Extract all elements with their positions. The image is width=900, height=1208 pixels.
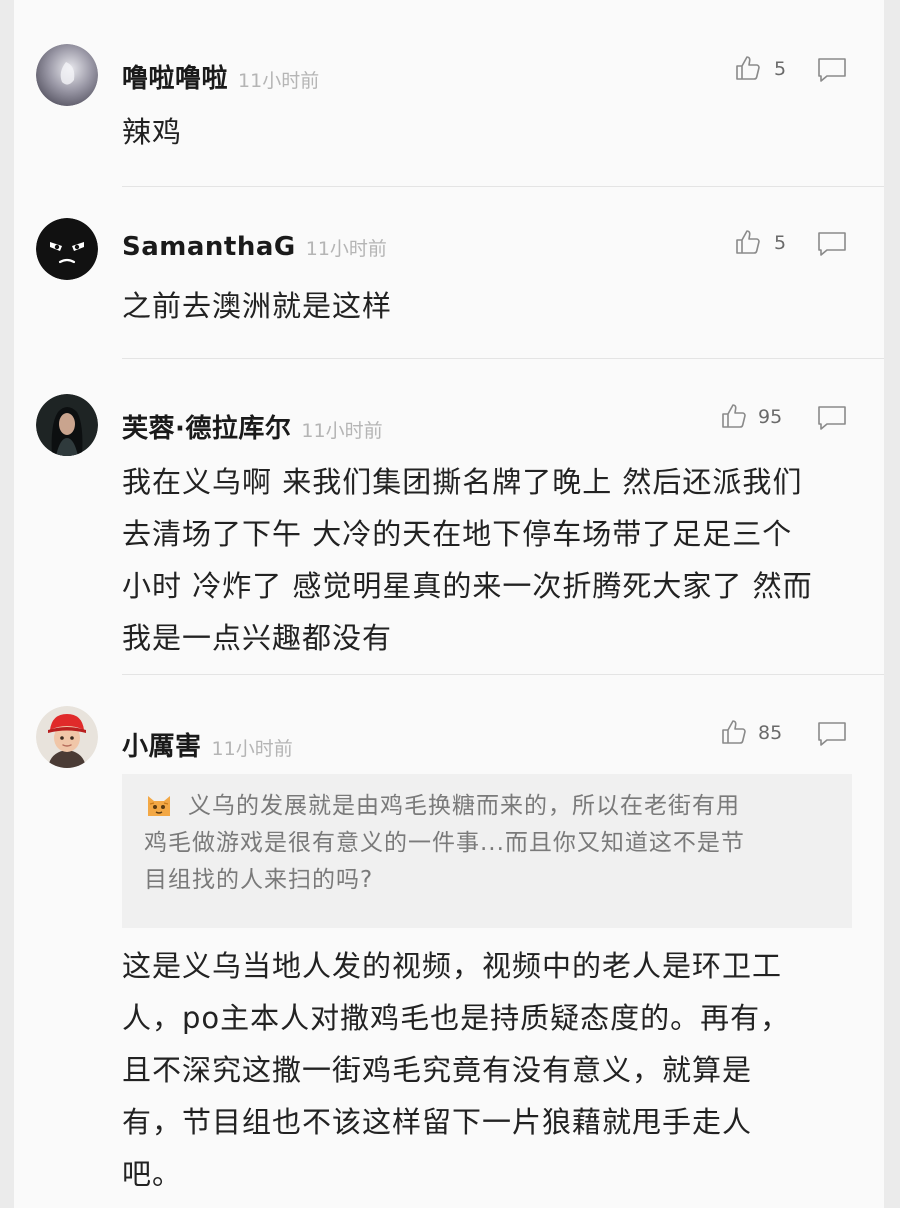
quote-line: 鸡毛做游戏是很有意义的一件事...而且你又知道这不是节	[144, 830, 745, 856]
comment-bubble-icon[interactable]	[817, 405, 847, 431]
avatar[interactable]	[36, 44, 98, 106]
divider	[122, 186, 884, 187]
text-line: 吧。	[122, 1157, 183, 1191]
divider	[122, 674, 884, 675]
comment-item: 芙蓉·德拉库尔 11小时前 95 我在义乌啊 来我们集团撕名牌了晚上 然后还派我们…	[14, 360, 884, 676]
quote-line: 义乌的发展就是由鸡毛换糖而来的，所以在老街有用	[144, 788, 836, 825]
comment-text: 辣鸡	[122, 115, 183, 149]
divider	[122, 358, 884, 359]
comment-bubble-icon[interactable]	[817, 231, 847, 257]
text-line: 且不深究这撒一街鸡毛究竟有没有意义，就算是	[122, 1053, 753, 1087]
thumbs-up-icon[interactable]	[734, 228, 762, 256]
comment-bubble-icon[interactable]	[817, 57, 847, 83]
comment-text: 这是义乌当地人发的视频，视频中的老人是环卫工 人，po主本人对撒鸡毛也是持质疑态…	[122, 940, 852, 1200]
thumbs-up-icon[interactable]	[734, 54, 762, 82]
text-line: 这是义乌当地人发的视频，视频中的老人是环卫工	[122, 949, 783, 983]
like-count: 5	[774, 232, 787, 254]
quote-text: 义乌的发展就是由鸡毛换糖而来的，所以在老街有用	[188, 793, 740, 819]
comment-item: SamanthaG 11小时前 5 之前去澳洲就是这样	[14, 188, 884, 360]
comment-time: 11小时前	[238, 70, 320, 92]
author-name[interactable]: 芙蓉·德拉库尔 11小时前	[122, 408, 383, 445]
author-label[interactable]: 芙蓉·德拉库尔	[122, 414, 291, 444]
author-label[interactable]: 小厲害	[122, 732, 202, 762]
author-name[interactable]: 噜啦噜啦 11小时前	[122, 58, 319, 95]
like-count: 95	[758, 406, 783, 428]
comment-time: 11小时前	[301, 420, 383, 442]
comment-list: 噜啦噜啦 11小时前 5 辣鸡 SamanthaG 11小时前 5 之前去澳洲就…	[14, 0, 884, 1208]
avatar[interactable]	[36, 218, 98, 280]
dark-haired-person-avatar-icon	[36, 394, 98, 456]
quote-line: 目组找的人来扫的吗?	[144, 867, 374, 893]
like-count: 5	[774, 58, 787, 80]
author-label[interactable]: 噜啦噜啦	[122, 64, 228, 94]
text-line: 有，节目组也不该这样留下一片狼藉就甩手走人	[122, 1105, 753, 1139]
text-line: 去清场了下午 大冷的天在地下停车场带了足足三个	[122, 517, 793, 551]
like-count: 85	[758, 722, 783, 744]
comment-time: 11小时前	[305, 238, 387, 260]
author-name[interactable]: 小厲害 11小时前	[122, 726, 293, 763]
text-line: 我在义乌啊 来我们集团撕名牌了晚上 然后还派我们	[122, 465, 803, 499]
comment-bubble-icon[interactable]	[817, 721, 847, 747]
author-label[interactable]: SamanthaG	[122, 232, 296, 262]
comment-text: 之前去澳洲就是这样	[122, 289, 393, 323]
comment-time: 11小时前	[211, 738, 293, 760]
black-angry-face-avatar-icon	[36, 218, 98, 280]
avatar[interactable]	[36, 394, 98, 456]
child-red-cap-avatar-icon	[36, 706, 98, 768]
text-line: 人，po主本人对撒鸡毛也是持质疑态度的。再有，	[122, 1001, 791, 1035]
comment-item: 小厲害 11小时前 85 义乌的发展就是由鸡毛换糖而来的，所以在老街有用 鸡毛做…	[14, 676, 884, 1208]
cat-face-icon	[144, 790, 174, 818]
grey-round-avatar-icon	[36, 44, 98, 106]
comment-item: 噜啦噜啦 11小时前 5 辣鸡	[14, 0, 884, 188]
quoted-reply[interactable]: 义乌的发展就是由鸡毛换糖而来的，所以在老街有用 鸡毛做游戏是很有意义的一件事..…	[122, 774, 852, 928]
comment-text: 我在义乌啊 来我们集团撕名牌了晚上 然后还派我们 去清场了下午 大冷的天在地下停…	[122, 456, 852, 664]
thumbs-up-icon[interactable]	[720, 402, 748, 430]
author-name[interactable]: SamanthaG 11小时前	[122, 232, 387, 262]
thumbs-up-icon[interactable]	[720, 718, 748, 746]
text-line: 小时 冷炸了 感觉明星真的来一次折腾死大家了 然而	[122, 569, 813, 603]
avatar[interactable]	[36, 706, 98, 768]
text-line: 我是一点兴趣都没有	[122, 621, 393, 655]
